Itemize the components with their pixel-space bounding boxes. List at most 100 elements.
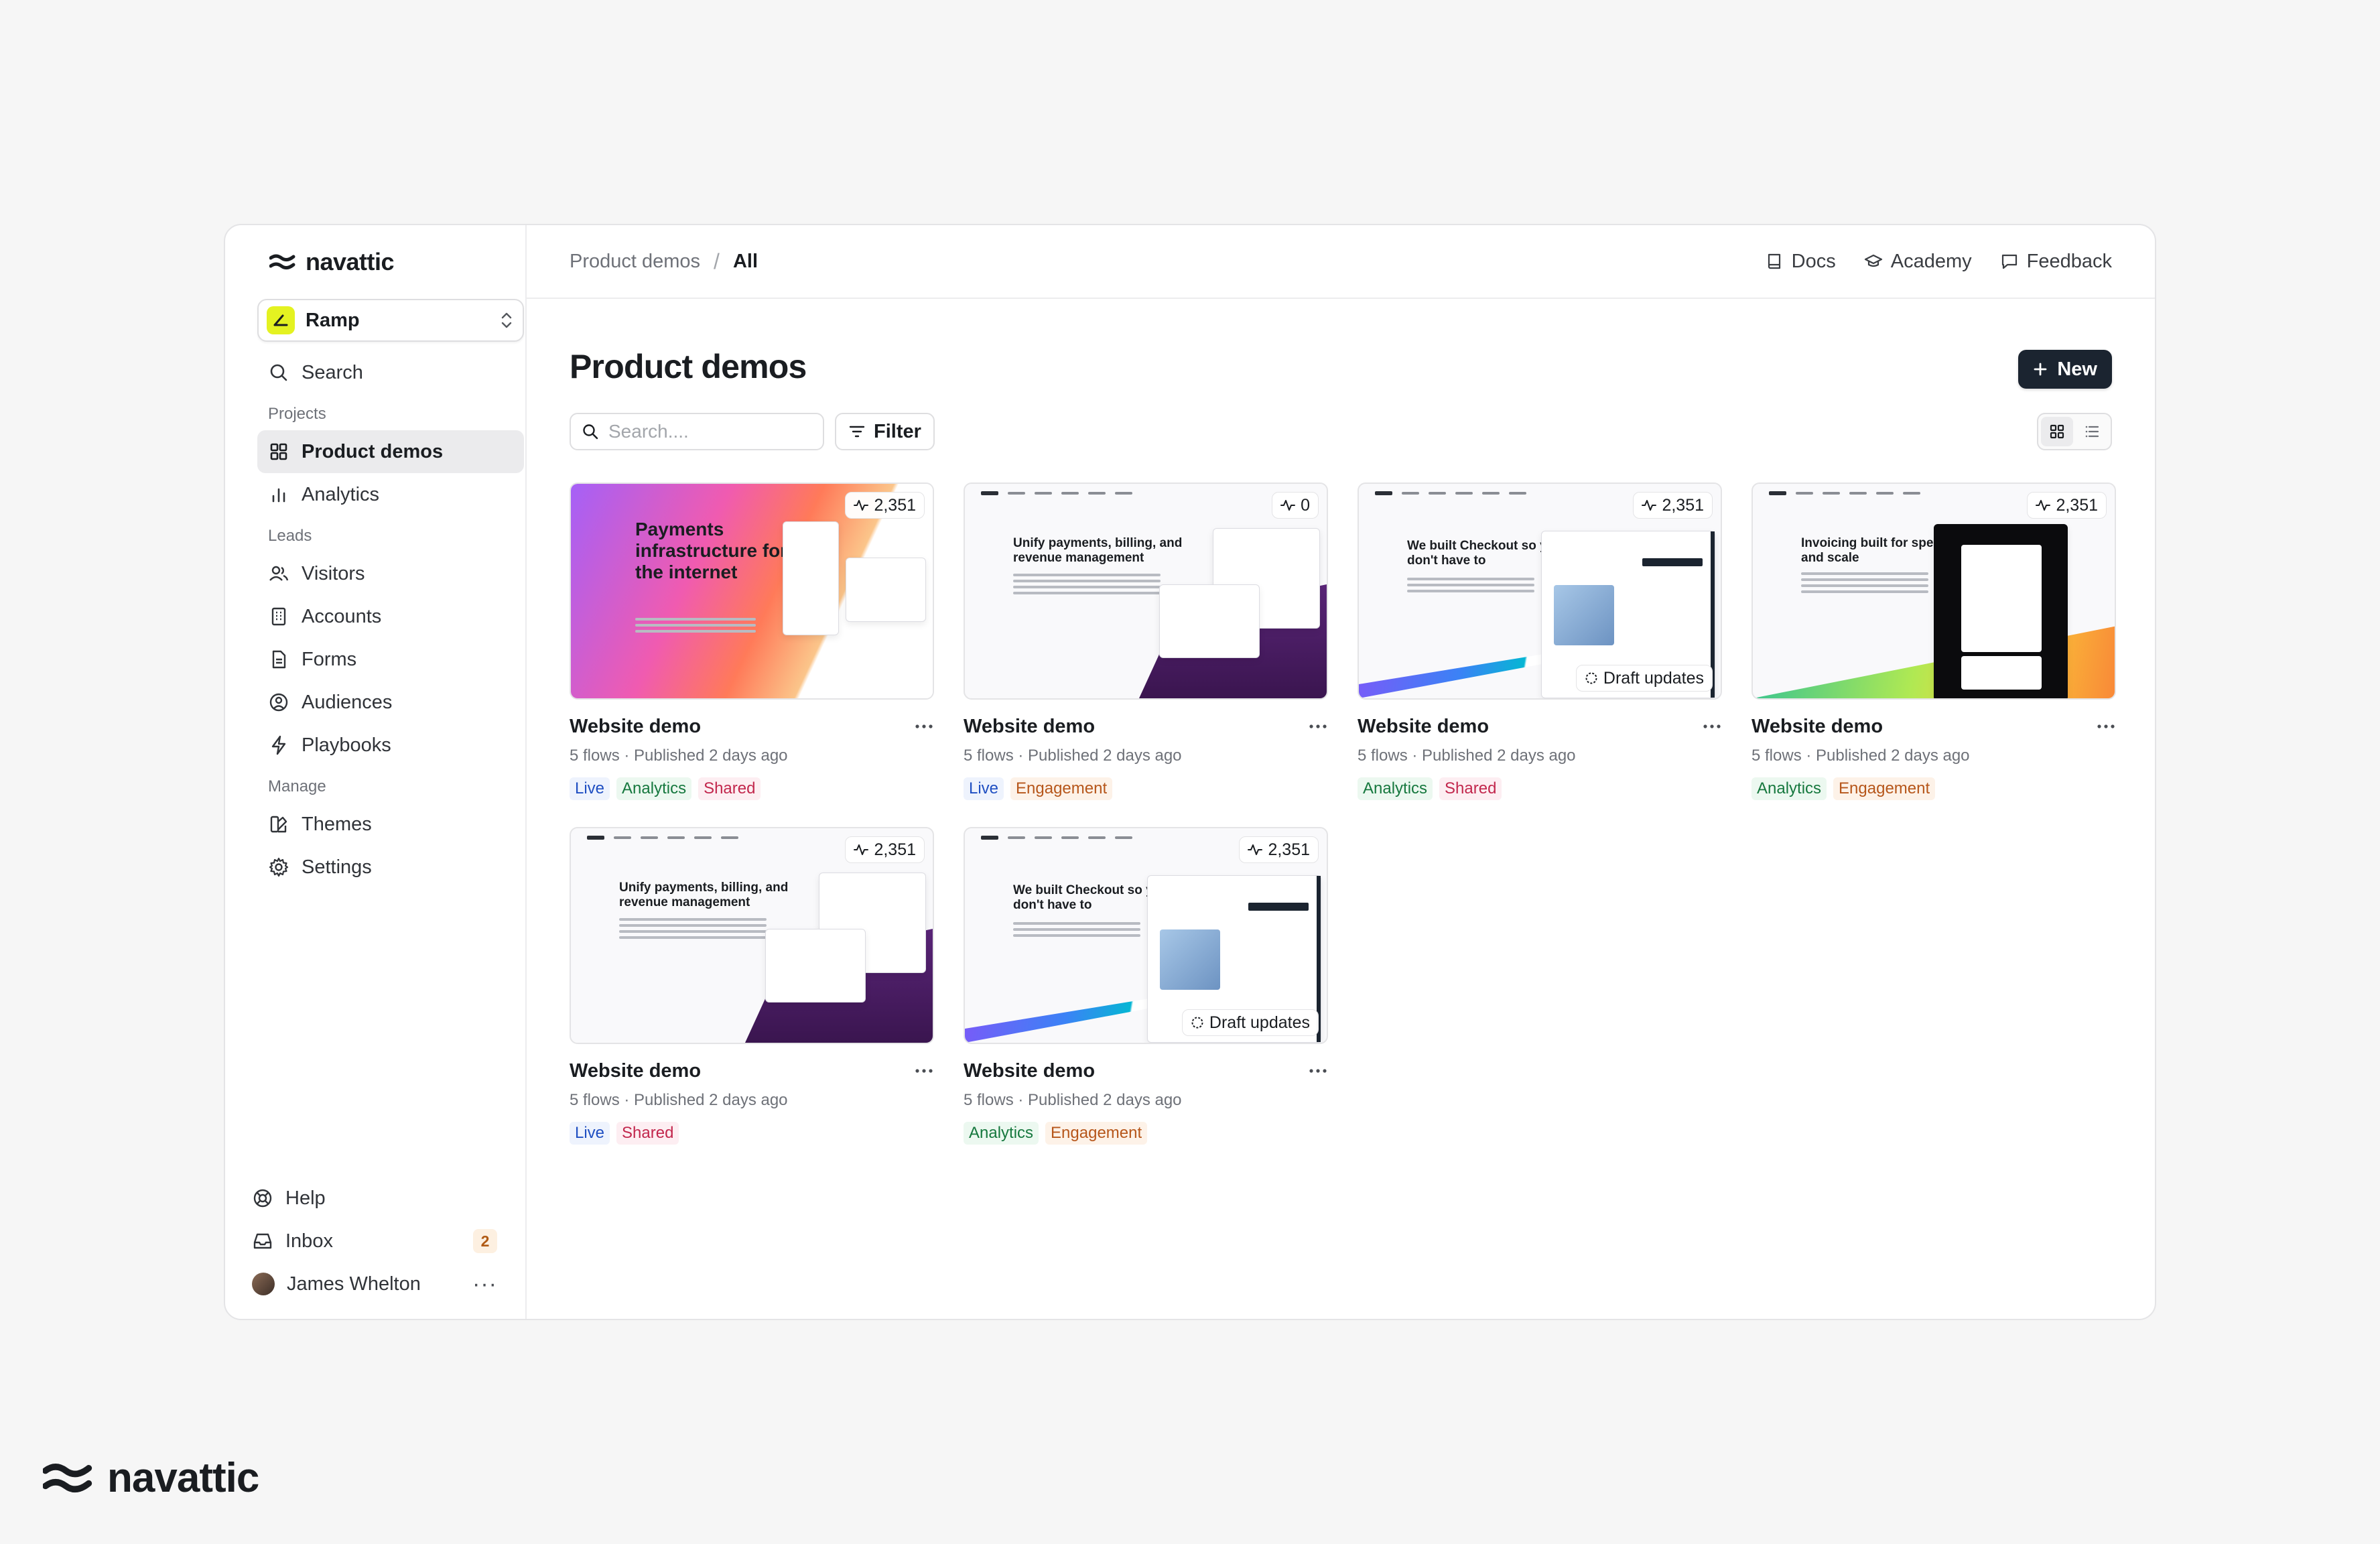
breadcrumb-product-demos[interactable]: Product demos <box>570 251 700 273</box>
feedback-link[interactable]: Feedback <box>2000 251 2112 273</box>
card-meta: 5 flows · Published 2 days ago <box>964 1091 1182 1109</box>
more-icon[interactable] <box>1308 723 1328 730</box>
activity-icon <box>854 844 869 855</box>
breadcrumb-all: All <box>732 250 758 272</box>
mock-phone <box>783 521 839 635</box>
book-icon <box>1768 253 1780 269</box>
sidebar-item-label: Forms <box>302 648 357 670</box>
loading-circle-icon <box>1191 1017 1203 1029</box>
card-tags: Live Analytics Shared <box>570 777 934 800</box>
mock-text <box>1013 574 1161 598</box>
more-icon[interactable] <box>914 723 934 730</box>
brand-logo[interactable]: navattic <box>241 225 509 299</box>
filter-button[interactable]: Filter <box>835 413 935 450</box>
demo-thumbnail[interactable]: Unify payments, billing, and revenue man… <box>964 482 1328 700</box>
new-button-label: New <box>2057 358 2097 380</box>
activity-icon <box>1280 500 1296 511</box>
mock-headline: Unify payments, billing, and revenue man… <box>619 881 789 909</box>
grid-icon <box>270 443 287 460</box>
mock-headline: Invoicing built for speed and scale <box>1801 536 1948 565</box>
section-projects: Projects <box>268 405 326 423</box>
filter-label: Filter <box>874 420 921 442</box>
demo-card[interactable]: We built Checkout so you don't have to 2,… <box>1358 482 1722 800</box>
sidebar-item-label: Settings <box>302 856 372 878</box>
demo-thumbnail[interactable]: Unify payments, billing, and revenue man… <box>570 827 934 1044</box>
card-meta: 5 flows · Published 2 days ago <box>1358 747 1576 765</box>
activity-icon <box>854 500 869 511</box>
inbox-icon <box>253 1233 272 1249</box>
demo-card[interactable]: We built Checkout so you don't have to 2,… <box>964 827 1328 1145</box>
brand-name: navattic <box>306 248 395 275</box>
user-menu[interactable]: James Whelton ··· <box>241 1263 508 1305</box>
card-title[interactable]: Website demo <box>964 716 1308 738</box>
sidebar-item-inbox[interactable]: Inbox 2 <box>241 1220 508 1263</box>
workspace-switcher[interactable]: Ramp <box>257 299 524 342</box>
sidebar-item-analytics[interactable]: Analytics <box>257 473 524 516</box>
loading-circle-icon <box>1585 672 1597 684</box>
card-title[interactable]: Website demo <box>1358 716 1702 738</box>
users-icon <box>269 566 289 581</box>
sidebar-item-themes[interactable]: Themes <box>257 803 524 846</box>
list-view-button[interactable] <box>2076 417 2108 446</box>
more-icon[interactable] <box>2096 723 2116 730</box>
demo-card[interactable]: Invoicing built for speed and scale 2,351… <box>1751 482 2116 800</box>
views-badge: 2,351 <box>1239 836 1319 863</box>
tag-engagement: Engagement <box>1045 1122 1148 1145</box>
more-icon[interactable]: ··· <box>472 1273 497 1295</box>
card-tags: Analytics Engagement <box>964 1122 1328 1145</box>
more-icon[interactable] <box>1308 1068 1328 1074</box>
sidebar-item-help[interactable]: Help <box>241 1177 508 1220</box>
card-title[interactable]: Website demo <box>1751 716 2096 738</box>
grid-view-button[interactable] <box>2041 417 2073 446</box>
views-badge: 2,351 <box>845 836 925 863</box>
more-icon[interactable] <box>914 1068 934 1074</box>
breadcrumb-separator: / <box>714 249 720 273</box>
sidebar-item-product-demos[interactable]: Product demos <box>257 430 524 473</box>
draft-updates-badge: Draft updates <box>1575 665 1713 692</box>
navattic-logo-icon <box>269 254 295 270</box>
mock-text <box>1801 572 1928 596</box>
sidebar-item-label: Accounts <box>302 605 382 627</box>
sidebar-item-forms[interactable]: Forms <box>257 638 524 681</box>
card-title[interactable]: Website demo <box>570 1060 914 1082</box>
feedback-label: Feedback <box>2026 250 2112 272</box>
main-content: Product demos / All Docs Academy Feedbac… <box>527 225 2155 1319</box>
sidebar-item-visitors[interactable]: Visitors <box>257 552 524 595</box>
card-title[interactable]: Website demo <box>964 1060 1308 1082</box>
demo-thumbnail[interactable]: We built Checkout so you don't have to 2,… <box>1358 482 1722 700</box>
rainbow-stripe <box>1359 651 1560 698</box>
ramp-logo-icon <box>267 306 295 334</box>
tag-shared: Shared <box>616 1122 679 1145</box>
card-title[interactable]: Website demo <box>570 716 914 738</box>
new-button[interactable]: New <box>2018 350 2112 389</box>
demo-search <box>570 413 824 450</box>
mock-text <box>1407 578 1534 596</box>
plus-icon <box>2034 363 2047 376</box>
view-toggle <box>2037 413 2112 450</box>
demo-card[interactable]: Unify payments, billing, and revenue man… <box>964 482 1328 800</box>
tag-analytics: Analytics <box>964 1122 1039 1145</box>
user-circle-icon <box>269 693 288 712</box>
palette-icon <box>270 816 287 833</box>
more-icon[interactable] <box>1702 723 1722 730</box>
sidebar-search[interactable]: Search <box>257 351 524 394</box>
sidebar-item-audiences[interactable]: Audiences <box>257 681 524 724</box>
demo-card[interactable]: Payments infrastructure for the internet… <box>570 482 934 800</box>
sidebar-search-label: Search <box>302 361 363 383</box>
demo-card[interactable]: Unify payments, billing, and revenue man… <box>570 827 934 1145</box>
demo-thumbnail[interactable]: We built Checkout so you don't have to 2,… <box>964 827 1328 1044</box>
demo-thumbnail[interactable]: Invoicing built for speed and scale 2,351 <box>1751 482 2116 700</box>
sidebar-item-accounts[interactable]: Accounts <box>257 595 524 638</box>
filter-icon <box>849 426 865 438</box>
card-tags: Analytics Engagement <box>1751 777 2116 800</box>
demo-thumbnail[interactable]: Payments infrastructure for the internet… <box>570 482 934 700</box>
views-badge: 2,351 <box>845 492 925 519</box>
bar-chart-icon <box>272 488 285 503</box>
page-title: Product demos <box>570 348 807 385</box>
search-input[interactable] <box>608 421 809 442</box>
sidebar-item-playbooks[interactable]: Playbooks <box>257 724 524 767</box>
message-icon <box>2001 254 2017 269</box>
docs-link[interactable]: Docs <box>1765 251 1836 273</box>
academy-link[interactable]: Academy <box>1864 251 1972 273</box>
sidebar-item-settings[interactable]: Settings <box>257 846 524 889</box>
